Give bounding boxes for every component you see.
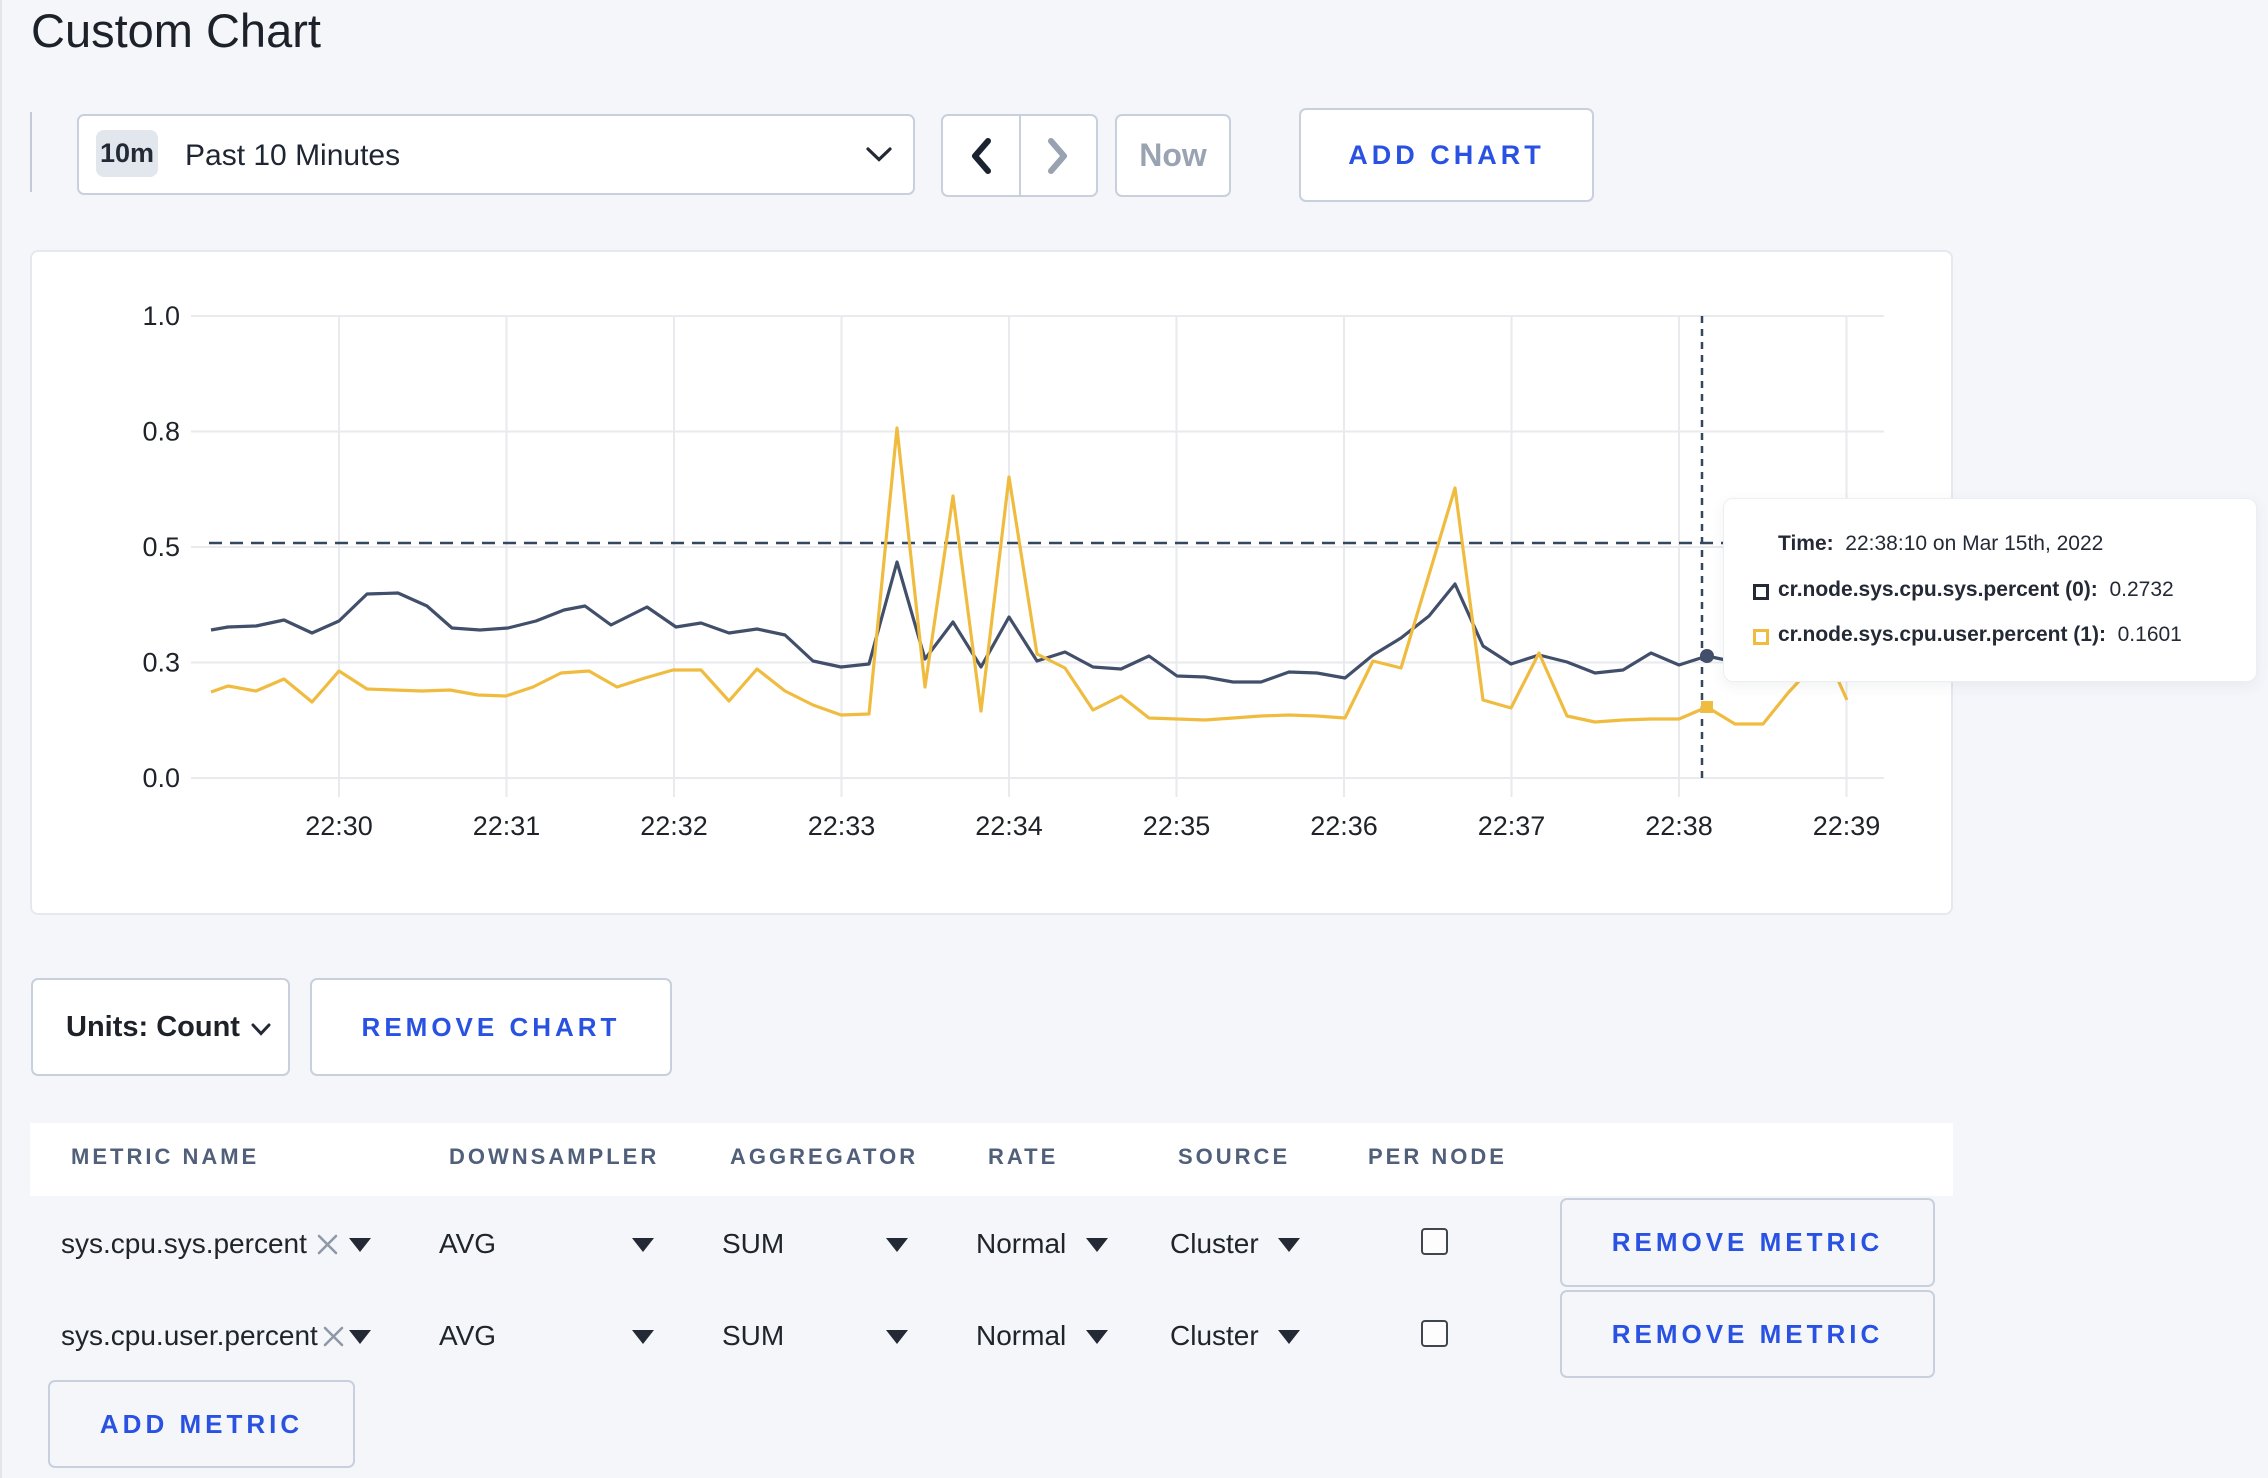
svg-text:22:34: 22:34 bbox=[975, 811, 1043, 841]
svg-text:22:38: 22:38 bbox=[1645, 811, 1713, 841]
svg-text:22:30: 22:30 bbox=[305, 811, 373, 841]
svg-text:22:36: 22:36 bbox=[1310, 811, 1378, 841]
svg-text:0.0: 0.0 bbox=[142, 763, 180, 793]
svg-text:0.3: 0.3 bbox=[142, 648, 180, 678]
svg-text:22:31: 22:31 bbox=[473, 811, 541, 841]
svg-text:0.8: 0.8 bbox=[142, 417, 180, 447]
svg-text:22:32: 22:32 bbox=[640, 811, 708, 841]
svg-text:22:33: 22:33 bbox=[808, 811, 876, 841]
svg-text:22:39: 22:39 bbox=[1813, 811, 1881, 841]
svg-text:22:35: 22:35 bbox=[1143, 811, 1211, 841]
svg-text:22:37: 22:37 bbox=[1478, 811, 1546, 841]
svg-text:1.0: 1.0 bbox=[142, 301, 180, 331]
svg-text:0.5: 0.5 bbox=[142, 532, 180, 562]
